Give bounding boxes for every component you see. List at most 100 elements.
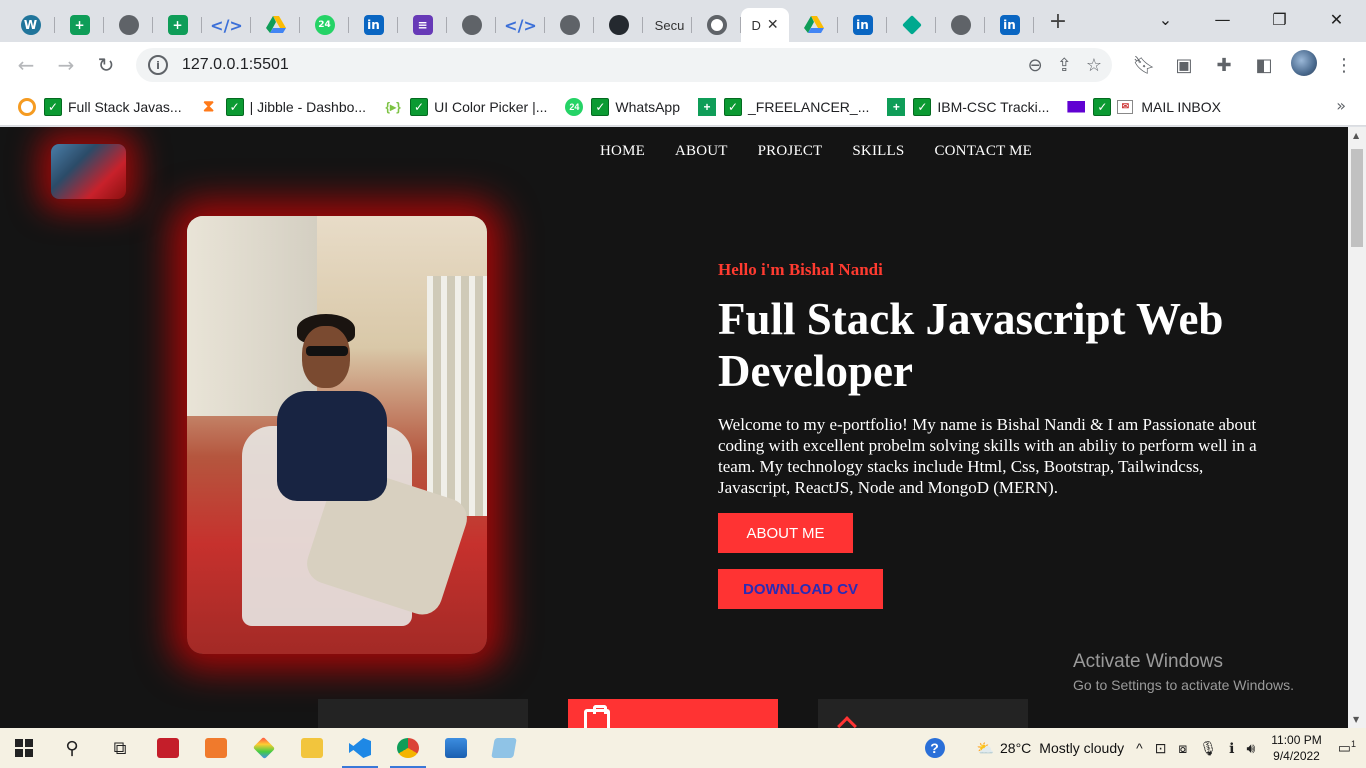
clock-time: 11:00 PM [1271,733,1322,747]
bookmarks-overflow-icon[interactable]: » [1336,96,1346,115]
extension-icon[interactable]: ▣ [1164,55,1204,76]
start-button[interactable] [0,728,48,768]
bookmark-label: WhatsApp [615,98,680,115]
about-me-button[interactable]: ABOUT ME [718,513,853,553]
service-card[interactable] [818,699,1028,728]
tab-search-icon[interactable]: ⌄ [1137,0,1194,38]
site-info-icon[interactable]: i [148,55,168,75]
activate-windows-watermark: Activate Windows Go to Settings to activ… [1073,651,1294,693]
sheets-icon: + [698,97,716,116]
tab-drive-1[interactable] [251,8,300,42]
reading-list-icon[interactable]: 🔖︎ [1124,55,1164,76]
new-tab-button[interactable]: + [1038,9,1078,34]
bookmark-item[interactable]: ⧗ ✓ | Jibble - Dashbo... [194,93,372,121]
vscode-icon[interactable] [336,728,384,768]
language-icon[interactable]: ℹ [1229,740,1234,757]
share-icon[interactable]: ⇪ [1057,55,1072,76]
nav-project[interactable]: PROJECT [758,143,823,160]
tab-security[interactable]: Secu [643,8,692,42]
bookmark-item[interactable]: + ✓ _FREELANCER_... [692,93,875,121]
search-icon[interactable]: ⚲ [48,728,96,768]
tab-active[interactable]: D ✕ [741,8,789,42]
tab-diamond[interactable] [887,8,936,42]
tab-sheets-1[interactable]: + [55,8,104,42]
nav-skills[interactable]: SKILLS [852,143,904,160]
scroll-down-icon[interactable]: ▼ [1353,715,1359,724]
scroll-up-icon[interactable]: ▲ [1353,131,1359,140]
check-icon: ✓ [410,97,429,116]
tab-chrome[interactable] [692,8,741,42]
tab-globe-3[interactable] [545,8,594,42]
file-explorer-icon[interactable] [288,728,336,768]
tab-linkedin-3[interactable]: in [985,8,1034,42]
extensions-puzzle-icon[interactable]: ✚ [1204,55,1244,76]
close-icon[interactable]: ✕ [767,17,779,33]
minimize-button[interactable]: — [1194,0,1251,38]
tab-code-2[interactable]: </> [496,8,545,42]
diamond-icon [901,15,922,35]
nav-home[interactable]: HOME [600,143,645,160]
screen-recorder-icon[interactable] [144,728,192,768]
service-card[interactable] [568,699,778,728]
tab-wordpress[interactable]: W [6,8,55,42]
site-logo[interactable] [51,144,126,199]
notes-app-icon[interactable] [480,728,528,768]
weather-temp[interactable]: 28°C [1000,740,1031,756]
help-icon[interactable]: ? [924,738,945,758]
whatsapp24-icon: 24 [314,15,335,35]
volume-icon[interactable]: 🔊︎ [1246,740,1255,757]
bookmark-item[interactable]: + ✓ IBM-CSC Tracki... [881,93,1055,121]
page-scrollbar[interactable]: ▲ ▼ [1348,127,1366,728]
url-text[interactable]: 127.0.0.1:5501 [182,56,289,74]
address-bar[interactable]: i 127.0.0.1:5501 ⊖ ⇪ ☆ [136,48,1112,82]
menu-kebab-icon[interactable]: ⋮ [1324,55,1364,76]
download-cv-button[interactable]: DOWNLOAD CV [718,569,883,609]
bookmark-item[interactable]: ✓ Full Stack Javas... [12,93,188,121]
tab-github[interactable] [594,8,643,42]
weather-text[interactable]: Mostly cloudy [1039,740,1124,756]
tab-sheets-2[interactable]: + [153,8,202,42]
tray-chevron-icon[interactable]: ^ [1136,740,1143,756]
bookmark-item[interactable]: 24 ✓ WhatsApp [559,93,686,121]
clock[interactable]: 11:00 PM 9/4/2022 [1271,732,1321,764]
scroll-thumb[interactable] [1351,149,1363,247]
tab-globe-1[interactable] [104,8,153,42]
tab-globe-4[interactable] [936,8,985,42]
photos-icon[interactable] [432,728,480,768]
bookmark-star-icon[interactable]: ☆ [1086,55,1102,76]
tab-forms[interactable]: ≡ [398,8,447,42]
feedback-hub-icon[interactable] [240,728,288,768]
bookmark-item[interactable]: {▸} ✓ UI Color Picker |... [378,93,553,121]
chrome-taskbar-icon[interactable] [384,728,432,768]
hourglass-icon: ⧗ [202,97,215,115]
tab-linkedin-2[interactable]: in [838,8,887,42]
notification-icon[interactable]: ▭1 [1338,739,1356,757]
forward-button[interactable]: → [46,47,86,83]
back-button[interactable]: ← [6,47,46,83]
restore-button[interactable]: ❐ [1251,0,1308,38]
weather-icon[interactable]: ⛅ [977,740,994,757]
nav-about[interactable]: ABOUT [675,143,728,160]
close-window-button[interactable]: ✕ [1308,0,1365,38]
tab-linkedin-1[interactable]: in [349,8,398,42]
profile-avatar[interactable] [1284,49,1324,81]
service-card[interactable] [318,699,528,728]
tab-whatsapp24[interactable]: 24 [300,8,349,42]
inbox-icon: ✉ [1117,99,1134,114]
tab-code-1[interactable]: </> [202,8,251,42]
side-panel-icon[interactable]: ◧ [1244,55,1284,76]
reload-button[interactable]: ↻ [86,47,126,83]
network-icon[interactable]: ⊡ [1155,740,1167,757]
tab-globe-2[interactable] [447,8,496,42]
hero-greeting: Hello i'm Bishal Nandi [718,260,883,279]
whatsapp24-icon: 24 [565,97,584,116]
microphone-icon[interactable]: 🎙︎ [1199,740,1217,757]
camera-icon[interactable]: ⧇ [1178,740,1187,757]
bookmark-item[interactable]: ✓ ✉ MAIL INBOX [1061,93,1227,121]
task-view-icon[interactable]: ⧉ [96,728,144,768]
tab-drive-2[interactable] [789,8,838,42]
sheets-icon: + [167,15,188,35]
nav-contact[interactable]: CONTACT ME [934,143,1032,160]
zoom-icon[interactable]: ⊖ [1028,55,1043,76]
photo-editor-icon[interactable] [192,728,240,768]
